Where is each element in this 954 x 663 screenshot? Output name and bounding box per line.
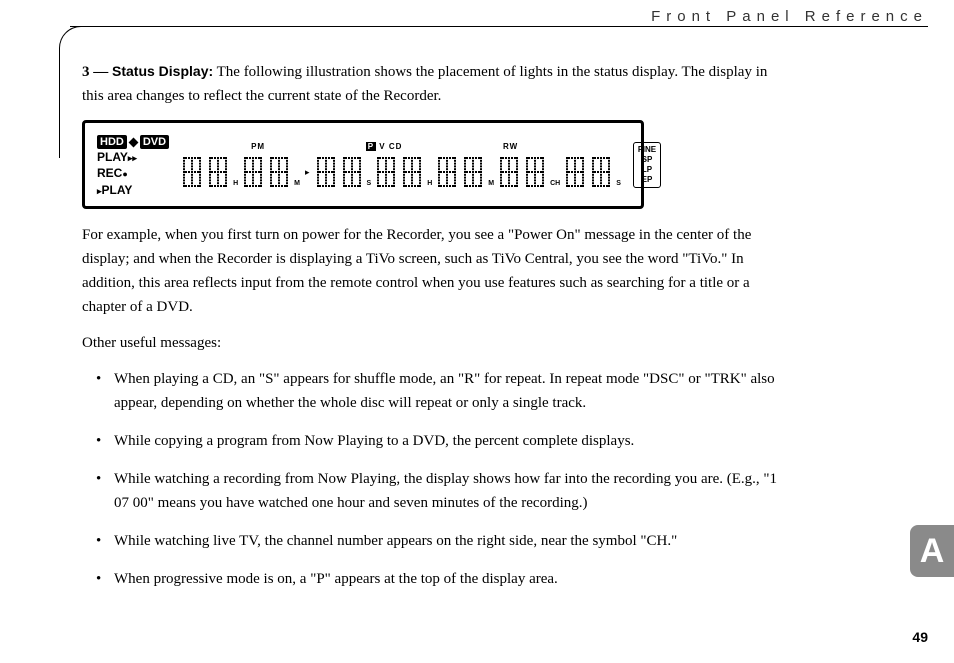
suffix-m: M <box>294 178 300 189</box>
quality-sp: SP <box>638 155 656 165</box>
list-item: When playing a CD, an "S" appears for sh… <box>82 367 782 415</box>
play-forward-icon: ▸▸ <box>128 153 137 163</box>
rec-play-row: REC● ▸PLAY <box>97 165 169 197</box>
segment-digit-icon <box>436 155 458 189</box>
status-top-row: PM P V CD RW <box>181 141 621 154</box>
manual-page: Front Panel Reference 3 — Status Display… <box>0 0 954 663</box>
page-number: 49 <box>912 629 928 645</box>
section-intro: 3 — Status Display: The following illust… <box>82 60 782 108</box>
list-item: While watching live TV, the channel numb… <box>82 529 782 553</box>
play2-label: PLAY <box>102 183 133 197</box>
status-left-labels: HDD DVD PLAY▸▸ REC● ▸PLAY <box>97 133 169 198</box>
segment-digit-icon <box>401 155 423 189</box>
p-indicator: P <box>366 142 376 151</box>
section-label: Status Display: <box>112 63 213 79</box>
segment-digit-icon <box>590 155 612 189</box>
cd-indicator: CD <box>389 142 403 151</box>
suffix-h: H <box>427 178 432 189</box>
segment-digit-icon <box>375 155 397 189</box>
messages-list: When playing a CD, an "S" appears for sh… <box>82 367 782 591</box>
segment-digit-icon <box>268 155 290 189</box>
segment-digit-icon <box>341 155 363 189</box>
suffix-s: S <box>616 178 621 189</box>
other-messages-label: Other useful messages: <box>82 331 782 355</box>
p-v-cd-group: P V CD <box>366 141 403 154</box>
rec-dot-icon: ● <box>122 169 127 179</box>
segment-digit-icon <box>498 155 520 189</box>
suffix-h: H <box>233 178 238 189</box>
status-display-illustration: HDD DVD PLAY▸▸ REC● ▸PLAY PM P V <box>82 120 644 209</box>
quality-box: FINE SP LP EP <box>633 142 661 188</box>
play-row: PLAY▸▸ <box>97 149 169 165</box>
list-item: While watching a recording from Now Play… <box>82 467 782 515</box>
suffix-ch: CH <box>550 178 560 189</box>
quality-ep: EP <box>638 175 656 185</box>
quality-lp: LP <box>638 165 656 175</box>
v-indicator: V <box>379 142 385 151</box>
list-item: While copying a program from Now Playing… <box>82 429 782 453</box>
pm-indicator: PM <box>251 141 265 154</box>
status-center-display: PM P V CD RW H M ▸ S H M CH S <box>181 141 621 189</box>
header-title: Front Panel Reference <box>651 8 928 25</box>
dvd-pill: DVD <box>140 135 169 149</box>
header-vertical-rule <box>59 48 60 158</box>
segment-digit-icon <box>315 155 337 189</box>
section-dash: — <box>93 64 108 80</box>
section-number: 3 <box>82 64 90 80</box>
rec-label: REC <box>97 166 122 180</box>
separator-tick-icon: ▸ <box>304 165 311 179</box>
play-label: PLAY <box>97 150 128 164</box>
segment-digit-icon <box>462 155 484 189</box>
digit-row: H M ▸ S H M CH S <box>181 155 621 189</box>
rw-indicator: RW <box>503 141 518 154</box>
suffix-m: M <box>488 178 494 189</box>
segment-digit-icon <box>524 155 546 189</box>
diamond-icon <box>128 137 138 147</box>
hdd-dvd-row: HDD DVD <box>97 135 169 149</box>
example-paragraph: For example, when you first turn on powe… <box>82 223 782 319</box>
suffix-s: S <box>367 178 372 189</box>
segment-digit-icon <box>207 155 229 189</box>
hdd-pill: HDD <box>97 135 127 149</box>
header-curve-icon <box>59 26 82 49</box>
list-item: When progressive mode is on, a "P" appea… <box>82 567 782 591</box>
segment-digit-icon <box>181 155 203 189</box>
segment-digit-icon <box>564 155 586 189</box>
quality-fine: FINE <box>638 145 656 155</box>
header-rule <box>70 26 928 27</box>
segment-digit-icon <box>242 155 264 189</box>
section-tab: A <box>910 525 954 577</box>
page-content: 3 — Status Display: The following illust… <box>82 60 782 605</box>
